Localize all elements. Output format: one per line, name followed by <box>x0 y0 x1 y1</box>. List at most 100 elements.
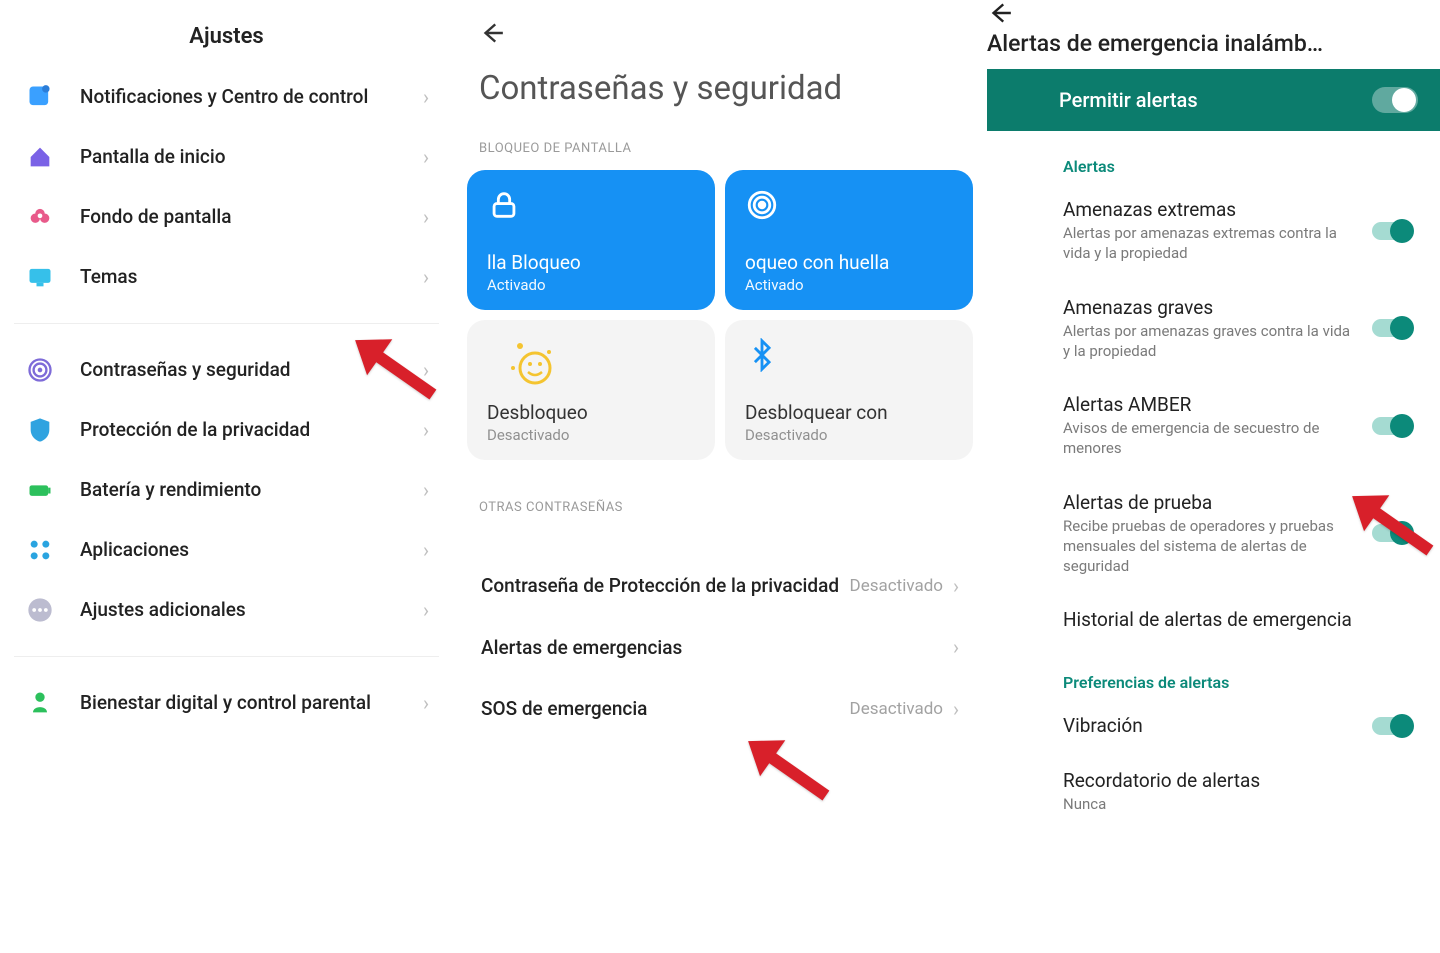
settings-item[interactable]: Protección de la privacidad › <box>12 400 441 460</box>
settings-item-label: Protección de la privacidad <box>80 417 423 443</box>
alert-item[interactable]: Alertas AMBER Avisos de emergencia de se… <box>987 377 1440 475</box>
chevron-right-icon: › <box>423 418 429 442</box>
toggle-switch[interactable] <box>1372 222 1412 240</box>
back-button[interactable] <box>453 0 987 54</box>
toggle-switch[interactable] <box>1372 717 1412 735</box>
section-header: Alertas <box>987 131 1440 182</box>
lock-tile[interactable]: lla Bloqueo Activado <box>467 170 715 310</box>
allow-alerts-toggle[interactable] <box>1372 87 1418 113</box>
list-item-label: SOS de emergencia <box>481 696 850 722</box>
lock-tile[interactable]: Desbloqueo Desactivado <box>467 320 715 460</box>
banner-label: Permitir alertas <box>1059 88 1198 112</box>
settings-item-label: Fondo de pantalla <box>80 204 423 230</box>
notifications-icon <box>24 81 56 113</box>
fingerprint2-icon <box>745 188 953 224</box>
lock-tile[interactable]: oqueo con huella Activado <box>725 170 973 310</box>
list-item-label: Contraseña de Protección de la privacida… <box>481 573 850 599</box>
tile-label: Desbloqueo <box>487 401 695 424</box>
lock-tiles-grid: lla Bloqueo Activado oqueo con huella Ac… <box>453 170 987 460</box>
alert-item-subtitle: Nunca <box>1063 794 1394 814</box>
alert-item-subtitle: Alertas por amenazas graves contra la vi… <box>1063 321 1354 362</box>
toggle-switch[interactable] <box>1372 417 1412 435</box>
back-button[interactable] <box>987 11 1041 30</box>
alert-item-subtitle: Alertas por amenazas extremas contra la … <box>1063 223 1354 264</box>
other-passwords-list: Contraseña de Protección de la privacida… <box>453 555 987 740</box>
lock-tile[interactable]: Desbloquear con Desactivado <box>725 320 973 460</box>
chevron-right-icon: › <box>423 598 429 622</box>
chevron-right-icon: › <box>423 358 429 382</box>
toggle-switch[interactable] <box>1372 319 1412 337</box>
settings-panel: Ajustes Notificaciones y Centro de contr… <box>0 0 453 953</box>
alert-item[interactable]: Recordatorio de alertas Nunca <box>987 753 1440 830</box>
alert-item-subtitle: Avisos de emergencia de secuestro de men… <box>1063 418 1354 459</box>
alert-item[interactable]: Historial de alertas de emergencia <box>987 592 1440 647</box>
battery-icon <box>24 474 56 506</box>
alert-item-subtitle: Recibe pruebas de operadores y pruebas m… <box>1063 516 1354 577</box>
list-item[interactable]: Contraseña de Protección de la privacida… <box>463 555 977 617</box>
alert-prefs-list: Vibración Recordatorio de alertas Nunca <box>987 698 1440 830</box>
settings-item[interactable]: Batería y rendimiento › <box>12 460 441 520</box>
toggle-switch[interactable] <box>1372 524 1412 542</box>
list-item[interactable]: SOS de emergencia Desactivado › <box>463 678 977 740</box>
settings-list-a: Notificaciones y Centro de control › Pan… <box>0 67 453 307</box>
settings-item[interactable]: Pantalla de inicio › <box>12 127 441 187</box>
alert-item[interactable]: Vibración <box>987 698 1440 753</box>
settings-item[interactable]: Aplicaciones › <box>12 520 441 580</box>
smiley-icon <box>487 338 695 374</box>
alert-item-title: Amenazas graves <box>1063 296 1354 319</box>
arrow-annotation <box>733 735 843 829</box>
chevron-right-icon: › <box>423 145 429 169</box>
settings-item[interactable]: Fondo de pantalla › <box>12 187 441 247</box>
settings-item[interactable]: Ajustes adicionales › <box>12 580 441 640</box>
chevron-right-icon: › <box>423 205 429 229</box>
settings-list-c: Bienestar digital y control parental › <box>0 673 453 733</box>
alert-item[interactable]: Amenazas extremas Alertas por amenazas e… <box>987 182 1440 280</box>
chevron-right-icon: › <box>423 538 429 562</box>
tile-status: Activado <box>487 276 695 294</box>
alert-item[interactable]: Amenazas graves Alertas por amenazas gra… <box>987 280 1440 378</box>
alert-item-title: Vibración <box>1063 714 1354 737</box>
chevron-right-icon: › <box>423 691 429 715</box>
list-item-status: Desactivado <box>850 699 943 719</box>
page-title: Alertas de emergencia inalámb… <box>987 30 1440 57</box>
settings-item-label: Ajustes adicionales <box>80 597 423 623</box>
tile-status: Activado <box>745 276 953 294</box>
settings-item-label: Contraseñas y seguridad <box>80 357 423 383</box>
fingerprint-icon <box>24 354 56 386</box>
settings-item[interactable]: Temas › <box>12 247 441 307</box>
alert-item-title: Amenazas extremas <box>1063 198 1354 221</box>
section-header: BLOQUEO DE PANTALLA <box>453 135 987 170</box>
chevron-right-icon: › <box>423 478 429 502</box>
home-icon <box>24 141 56 173</box>
section-header: OTRAS CONTRASEÑAS <box>453 494 987 529</box>
tile-label: Desbloquear con <box>745 401 953 424</box>
chevron-right-icon: › <box>423 85 429 109</box>
list-item[interactable]: Alertas de emergencias › <box>463 617 977 679</box>
settings-item-label: Pantalla de inicio <box>80 144 423 170</box>
lock-icon <box>487 188 695 224</box>
tile-status: Desactivado <box>487 426 695 444</box>
settings-item[interactable]: Notificaciones y Centro de control › <box>12 67 441 127</box>
allow-alerts-banner[interactable]: Permitir alertas <box>987 69 1440 131</box>
alert-item[interactable]: Alertas de prueba Recibe pruebas de oper… <box>987 475 1440 593</box>
dots-icon <box>24 594 56 626</box>
chevron-right-icon: › <box>423 265 429 289</box>
settings-item-label: Temas <box>80 264 423 290</box>
settings-item-label: Notificaciones y Centro de control <box>80 84 423 110</box>
list-item-status: Desactivado <box>850 576 943 596</box>
tile-label: oqueo con huella <box>745 251 953 274</box>
settings-item[interactable]: Bienestar digital y control parental › <box>12 673 441 733</box>
chevron-right-icon: › <box>953 697 959 721</box>
apps-icon <box>24 534 56 566</box>
flower-icon <box>24 201 56 233</box>
tile-status: Desactivado <box>745 426 953 444</box>
alerts-list: Amenazas extremas Alertas por amenazas e… <box>987 182 1440 647</box>
list-item-label: Alertas de emergencias <box>481 635 953 661</box>
divider <box>14 656 439 657</box>
emergency-alerts-panel: Alertas de emergencia inalámb… Permitir … <box>987 0 1440 953</box>
passwords-security-panel: Contraseñas y seguridad BLOQUEO DE PANTA… <box>453 0 987 953</box>
settings-item-label: Bienestar digital y control parental <box>80 690 423 716</box>
settings-item-label: Batería y rendimiento <box>80 477 423 503</box>
settings-item[interactable]: Contraseñas y seguridad › <box>12 340 441 400</box>
chevron-right-icon: › <box>953 574 959 598</box>
